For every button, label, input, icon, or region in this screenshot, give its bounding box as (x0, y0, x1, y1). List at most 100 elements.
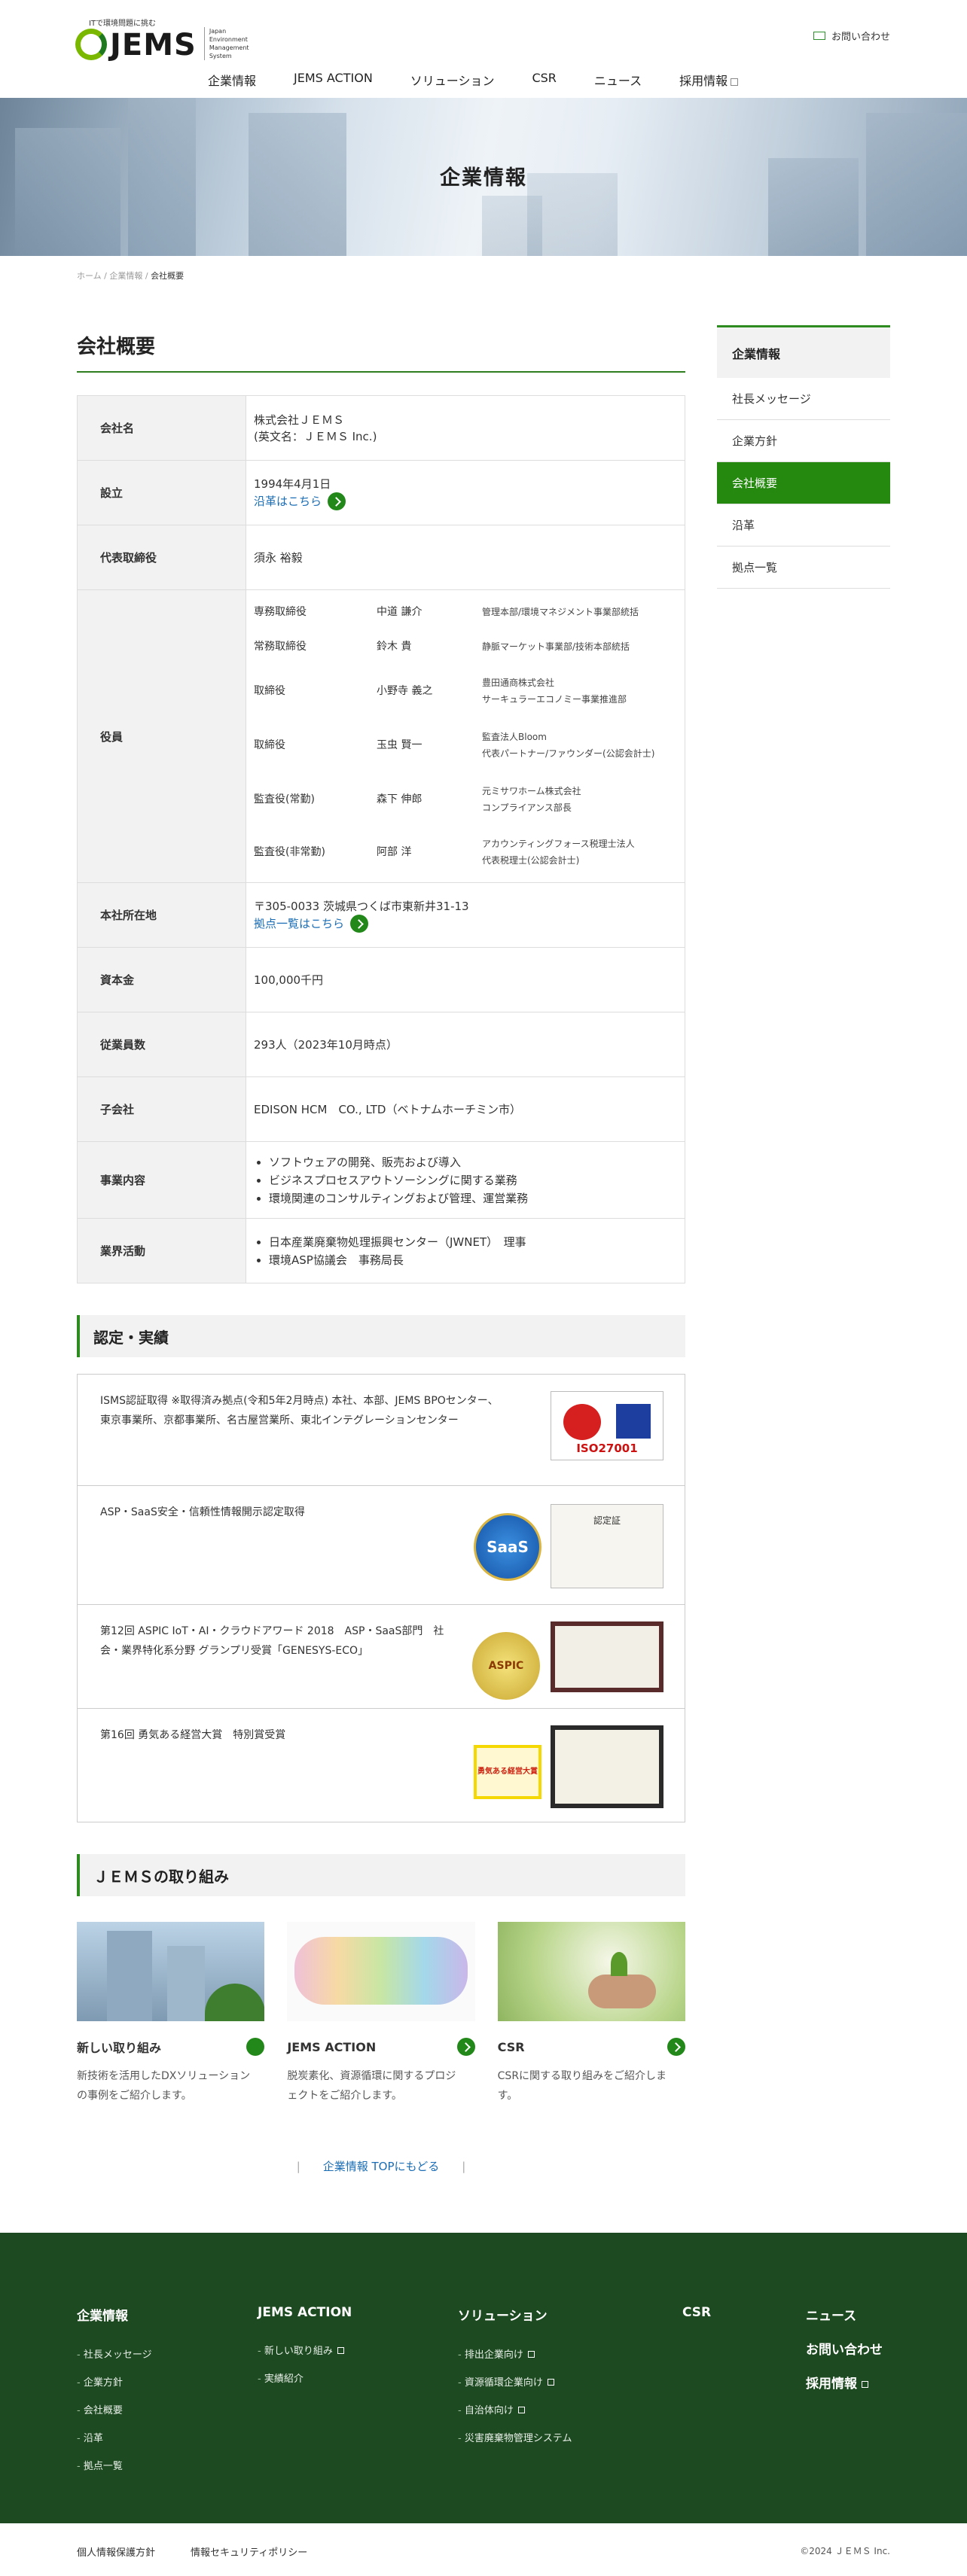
footer-link[interactable]: 自治体向け (458, 2402, 572, 2416)
table-row: 会社名 株式会社ＪＥＭＳ (英文名：ＪＥＭＳ Inc.) (77, 395, 685, 461)
history-link-label: 沿革はこちら (254, 494, 322, 508)
officer-role: 監査役(非常勤) (254, 846, 325, 858)
officer-position-line: 代表パートナー/ファウンダー(公認会計士) (482, 748, 655, 759)
external-link-icon (547, 2379, 554, 2386)
officer-row: 監査役(常勤) 森下 伸郎 元ミサワホーム株式会社 コンプライアンス部長 (254, 772, 677, 827)
certificate-label: 認定証 (593, 1515, 621, 1526)
footer-link[interactable]: 災害廃棄物管理システム (458, 2430, 572, 2444)
breadcrumb-current: 会社概要 (151, 271, 185, 281)
nav-recruit[interactable]: 採用情報 (679, 71, 739, 89)
courage-certificate-image (551, 1725, 663, 1808)
security-policy-link[interactable]: 情報セキュリティポリシー (191, 2544, 307, 2559)
footer-contact-link[interactable]: お問い合わせ (806, 2339, 883, 2358)
breadcrumb: ホーム / 企業情報 / 会社概要 (77, 271, 185, 281)
footer-link-label: 自治体向け (464, 2405, 514, 2416)
footer-recruit-link[interactable]: 採用情報 (806, 2373, 883, 2392)
footer-heading[interactable]: CSR (682, 2305, 711, 2320)
logo-text: JEMS (110, 28, 197, 62)
officer-position: 豊田通商株式会社 サーキュラーエコノミー事業推進部 (482, 674, 627, 708)
officer-role: 常務取締役 (254, 641, 307, 653)
table-row: 役員 専務取締役 中道 謙介 管理本部/環境マネジメント事業部統括 常務取締役 鈴木 … (77, 589, 685, 883)
side-item-overview[interactable]: 会社概要 (717, 462, 890, 504)
history-link[interactable]: 沿革はこちら (254, 492, 346, 510)
new-initiative-image (77, 1922, 265, 2021)
row-label: 役員 (77, 589, 246, 883)
footer-heading[interactable]: ソリューション (458, 2305, 572, 2324)
sprout-image (610, 1952, 627, 1976)
hero-title: 企業情報 (440, 166, 527, 190)
footer-link[interactable]: 拠点一覧 (77, 2458, 152, 2472)
side-item-offices[interactable]: 拠点一覧 (717, 547, 890, 589)
officer-position-line: アカウンティングフォース税理士法人 (482, 839, 635, 849)
global-nav: 企業情報 JEMS ACTION ソリューション CSR ニュース 採用情報 (208, 71, 776, 89)
logo-tagline: ITで環境問題に挑む (89, 20, 157, 28)
footer-link[interactable]: 実績紹介 (258, 2370, 352, 2385)
table-row: 代表取締役 須永 裕毅 (77, 525, 685, 590)
work-title-row: JEMS ACTION (287, 2038, 475, 2056)
side-item-message[interactable]: 社長メッセージ (717, 378, 890, 420)
site-footer: 企業情報 社長メッセージ 企業方針 会社概要 沿革 拠点一覧 JEMS ACTI… (0, 2233, 967, 2523)
privacy-policy-link[interactable]: 個人情報保護方針 (77, 2544, 155, 2559)
work-card[interactable]: 新しい取り組み 新技術を活用したDXソリューション の事例をご紹介します。 (77, 1922, 265, 2106)
officer-role: 取締役 (254, 739, 285, 751)
officer-role: 専務取締役 (254, 606, 307, 618)
row-label: 業界活動 (77, 1218, 246, 1283)
contact-link[interactable]: お問い合わせ (813, 29, 890, 43)
nav-solution[interactable]: ソリューション (410, 71, 495, 89)
arrow-right-icon (350, 914, 369, 933)
row-value: ソフトウェアの開発、販売および導入 ビジネスプロセスアウトソーシングに関する業務… (246, 1141, 685, 1219)
saas-label: SaaS (487, 1538, 529, 1556)
footer-col-misc: ニュース お問い合わせ 採用情報 (806, 2305, 883, 2414)
officer-role: 取締役 (254, 685, 285, 697)
work-desc: 脱炭素化、資源循環に関するプロジ ェクトをご紹介します。 (287, 2066, 474, 2106)
footer-link[interactable]: 資源循環企業向け (458, 2374, 572, 2389)
breadcrumb-home[interactable]: ホーム (77, 271, 102, 281)
nav-jems-action[interactable]: JEMS ACTION (294, 71, 373, 89)
row-label: 事業内容 (77, 1141, 246, 1219)
breadcrumb-company[interactable]: 企業情報 (109, 271, 142, 281)
certs-heading: 認定・実績 (77, 1315, 685, 1357)
back-to-company-top-link[interactable]: 企業情報 TOPにもどる (323, 2160, 439, 2173)
work-card[interactable]: CSR CSRに関する取り組みをご紹介しま す。 (497, 1922, 685, 2106)
officer-position-line: 静脈マーケット事業部/技術本部統括 (482, 641, 630, 652)
work-desc-line: 脱炭素化、資源循環に関するプロジ (287, 2070, 456, 2082)
aspic-label: ASPIC (488, 1660, 524, 1672)
footer-col-action: JEMS ACTION 新しい取り組み 実績紹介 (258, 2305, 352, 2398)
work-desc-line: す。 (497, 2090, 518, 2102)
side-item-history[interactable]: 沿革 (717, 504, 890, 547)
footer-link[interactable]: 社長メッセージ (77, 2346, 152, 2361)
officer-row: 取締役 玉虫 賢一 監査法人Bloom 代表パートナー/ファウンダー(公認会計士) (254, 718, 677, 772)
row-label: 設立 (77, 460, 246, 525)
footer-link[interactable]: 新しい取り組み (258, 2343, 352, 2357)
footer-link[interactable]: 会社概要 (77, 2402, 152, 2416)
row-label: 本社所在地 (77, 882, 246, 948)
company-name-en: (英文名：ＪＥＭＳ Inc.) (254, 429, 377, 443)
work-card[interactable]: JEMS ACTION 脱炭素化、資源循環に関するプロジ ェクトをご紹介します。 (287, 1922, 475, 2106)
footer-col-company: 企業情報 社長メッセージ 企業方針 会社概要 沿革 拠点一覧 (77, 2305, 152, 2486)
cert-item: 第12回 ASPIC IoT・AI・クラウドアワード 2018 ASP・SaaS… (78, 1605, 685, 1709)
logo[interactable]: ITで環境問題に挑む JEMS Japan Environment Manage… (75, 18, 249, 60)
work-desc-line: の事例をご紹介します。 (77, 2090, 192, 2102)
side-item-policy[interactable]: 企業方針 (717, 420, 890, 462)
list-item: ビジネスプロセスアウトソーシングに関する業務 (269, 1171, 677, 1189)
footer-link[interactable]: 沿革 (77, 2430, 152, 2444)
certs-list: ISMS認証取得 ※取得済み拠点(令和5年2月時点) 本社、本部、JEMS BP… (77, 1374, 685, 1822)
footer-news-link[interactable]: ニュース (806, 2305, 883, 2324)
footer-link[interactable]: 排出企業向け (458, 2346, 572, 2361)
footer-heading[interactable]: JEMS ACTION (258, 2305, 352, 2320)
asr-seal-icon (563, 1404, 601, 1440)
nav-csr[interactable]: CSR (532, 71, 556, 89)
nav-news[interactable]: ニュース (594, 71, 642, 89)
footer-bottom-bar: 個人情報保護方針 情報セキュリティポリシー ©2024 ＪＥＭＳ Inc. (0, 2523, 967, 2576)
work-desc-line: ェクトをご紹介します。 (287, 2090, 402, 2102)
work-title: 新しい取り組み (77, 2041, 162, 2055)
footer-heading[interactable]: 企業情報 (77, 2305, 152, 2324)
cert-item: 第16回 勇気ある経営大賞 特別賞受賞 勇気ある経営大賞 (78, 1709, 685, 1822)
nav-company[interactable]: 企業情報 (208, 71, 256, 89)
officer-role: 監査役(常勤) (254, 793, 315, 805)
footer-recruit-label: 採用情報 (806, 2377, 857, 2392)
officer-name: 中道 謙介 (377, 606, 422, 618)
office-list-link[interactable]: 拠点一覧はこちら (254, 914, 369, 933)
subsidiary: EDISON HCM CO., LTD（ベトナムホーチミン市） (246, 1076, 685, 1142)
footer-link[interactable]: 企業方針 (77, 2374, 152, 2389)
